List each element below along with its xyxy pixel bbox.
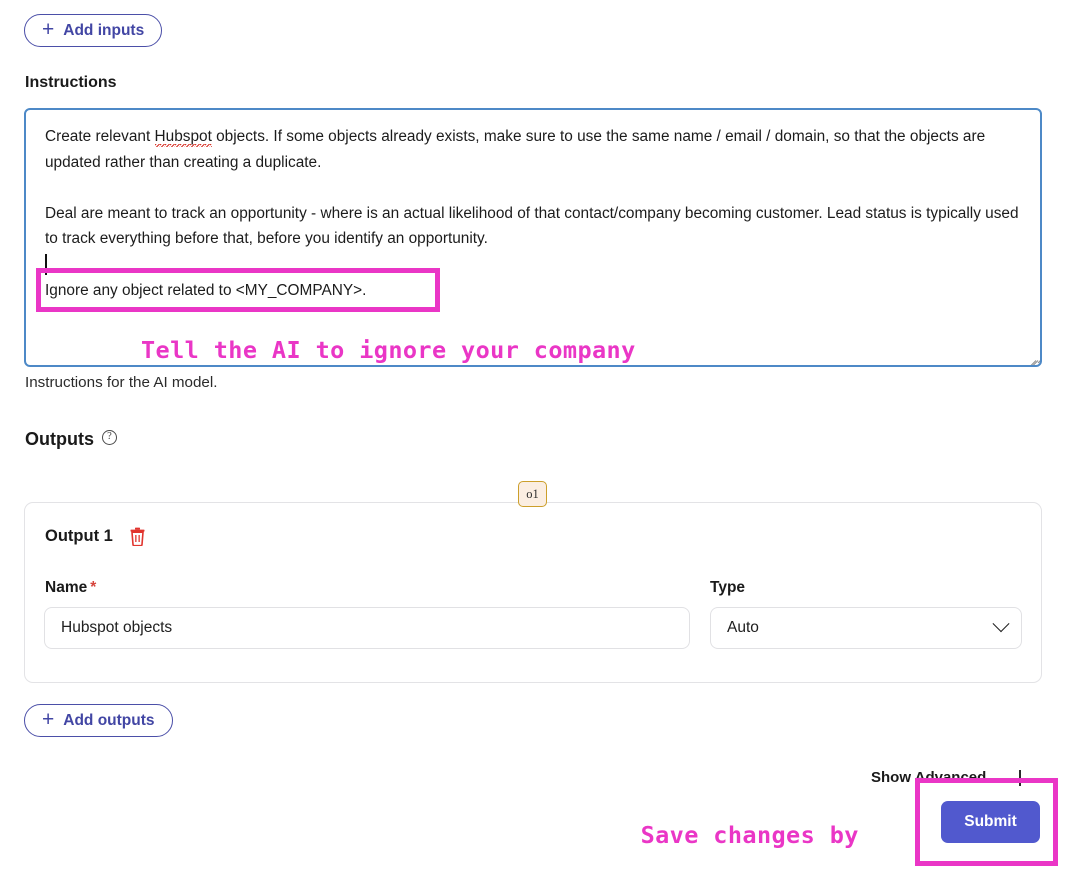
required-asterisk: * (90, 579, 97, 596)
instructions-paragraph-2: Deal are meant to track an opportunity -… (45, 204, 1023, 248)
output-card-header: Output 1 (45, 527, 146, 547)
name-label-text: Name (45, 579, 88, 596)
outputs-heading: Outputs ? (25, 429, 117, 450)
outputs-title: Outputs (25, 429, 94, 449)
annotation-label-ignore-company: Tell the AI to ignore your company (141, 336, 636, 364)
add-inputs-button[interactable]: + Add inputs (24, 14, 163, 47)
plus-icon: + (42, 18, 55, 41)
output-card: Output 1 Name* Type Auto (24, 502, 1042, 683)
instructions-paragraph-3: Ignore any object related to <MY_COMPANY… (45, 281, 367, 299)
instructions-misspelled-word: Hubspot (154, 128, 212, 147)
chevron-down-icon (992, 615, 1010, 633)
type-field-label: Type (710, 579, 746, 596)
instructions-caret-line (45, 252, 1022, 278)
add-inputs-label: Add inputs (63, 21, 145, 39)
add-outputs-label: Add outputs (63, 711, 155, 729)
annotation-submit-line-1: Save changes by (640, 821, 859, 849)
output-name-input[interactable] (44, 607, 690, 649)
instructions-textarea[interactable]: Create relevant Hubspot objects. If some… (24, 108, 1042, 367)
help-circle-icon[interactable]: ? (102, 430, 117, 445)
name-field-label: Name * (45, 579, 96, 597)
trash-icon (130, 527, 145, 547)
textarea-resize-handle[interactable] (1023, 348, 1040, 365)
workflow-editor-page: + Add inputs Instructions Create relevan… (0, 0, 1066, 870)
output-type-select-wrapper[interactable]: Auto (710, 607, 1022, 649)
output-type-value: Auto (727, 619, 759, 636)
output-index-badge: o1 (518, 481, 547, 507)
instructions-helper-text: Instructions for the AI model. (25, 374, 218, 391)
submit-button[interactable]: Submit (941, 801, 1040, 843)
instructions-paragraph-1: Create relevant Hubspot objects. If some… (45, 124, 1022, 175)
plus-icon: + (42, 708, 55, 731)
show-advanced-toggle-icon[interactable] (1012, 770, 1030, 788)
delete-output-button[interactable] (129, 527, 146, 547)
instructions-blank-line-1 (45, 175, 1022, 201)
add-outputs-button[interactable]: + Add outputs (24, 704, 173, 737)
instructions-label: Instructions (25, 74, 117, 91)
instructions-p1-text-a: Create relevant (45, 128, 155, 145)
annotation-label-submit: Save changes by clicking on "Submit" (546, 784, 895, 870)
text-caret (45, 253, 47, 275)
output-card-title: Output 1 (45, 527, 113, 545)
output-type-select[interactable]: Auto (710, 607, 1022, 649)
